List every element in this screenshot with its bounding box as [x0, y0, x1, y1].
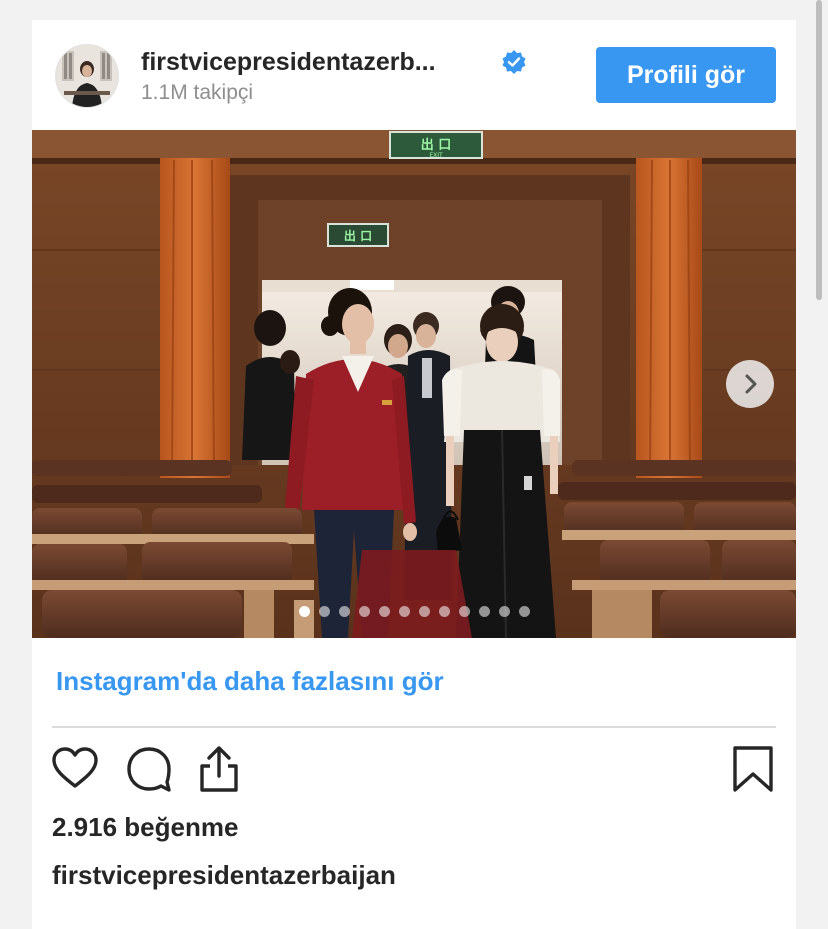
carousel-dot[interactable] [358, 606, 370, 617]
carousel-dot[interactable] [438, 606, 450, 617]
carousel-dot[interactable] [338, 606, 350, 617]
exit-sign-1: 出 口 [421, 137, 452, 153]
carousel-dot[interactable] [498, 606, 510, 617]
instagram-embed-card: firstvicepresidentazerb... 1.1M takipçi … [32, 20, 796, 929]
post-photo[interactable]: 出 口 EXIT 出 口 [32, 130, 796, 638]
divider [52, 726, 776, 728]
exit-sign-2: 出 口 [344, 228, 372, 243]
carousel-next-button[interactable] [726, 360, 774, 408]
carousel-dot[interactable] [518, 606, 530, 617]
carousel-dot[interactable] [318, 606, 330, 617]
carousel-dot[interactable] [418, 606, 430, 617]
comment-icon[interactable] [124, 744, 174, 794]
carousel-dot[interactable] [298, 606, 310, 617]
chevron-right-icon [745, 374, 757, 394]
bookmark-icon[interactable] [728, 744, 778, 794]
avatar[interactable] [55, 44, 119, 108]
verified-badge-icon [501, 49, 527, 75]
post-header: firstvicepresidentazerb... 1.1M takipçi … [32, 20, 796, 130]
carousel-dot[interactable] [478, 606, 490, 617]
view-more-on-instagram-link[interactable]: Instagram'da daha fazlasını gör [56, 666, 444, 697]
view-profile-button[interactable]: Profili gör [596, 47, 776, 103]
heart-icon[interactable] [50, 744, 100, 794]
follower-count: 1.1M takipçi [141, 81, 254, 104]
scrollbar[interactable] [816, 0, 822, 300]
username[interactable]: firstvicepresidentazerb... [141, 48, 436, 77]
share-icon[interactable] [194, 744, 244, 794]
carousel-dot[interactable] [398, 606, 410, 617]
carousel-dot[interactable] [378, 606, 390, 617]
carousel-indicator [32, 606, 796, 617]
exit-sign-1-sub: EXIT [429, 152, 443, 159]
carousel-dot[interactable] [458, 606, 470, 617]
caption-username[interactable]: firstvicepresidentazerbaijan [52, 860, 396, 891]
like-count: 2.916 beğenme [52, 812, 239, 842]
